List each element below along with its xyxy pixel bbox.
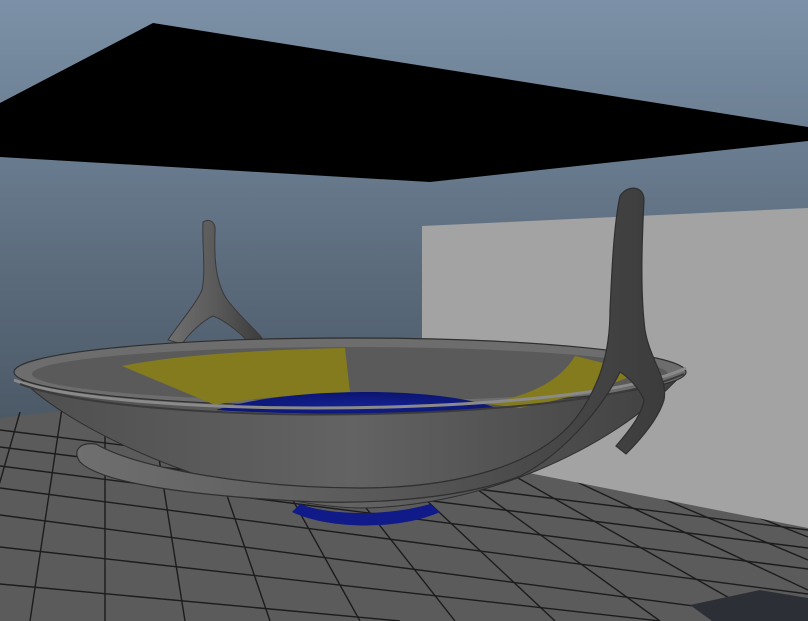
3d-viewport[interactable] bbox=[0, 0, 808, 621]
viewport-canvas[interactable] bbox=[0, 0, 808, 621]
